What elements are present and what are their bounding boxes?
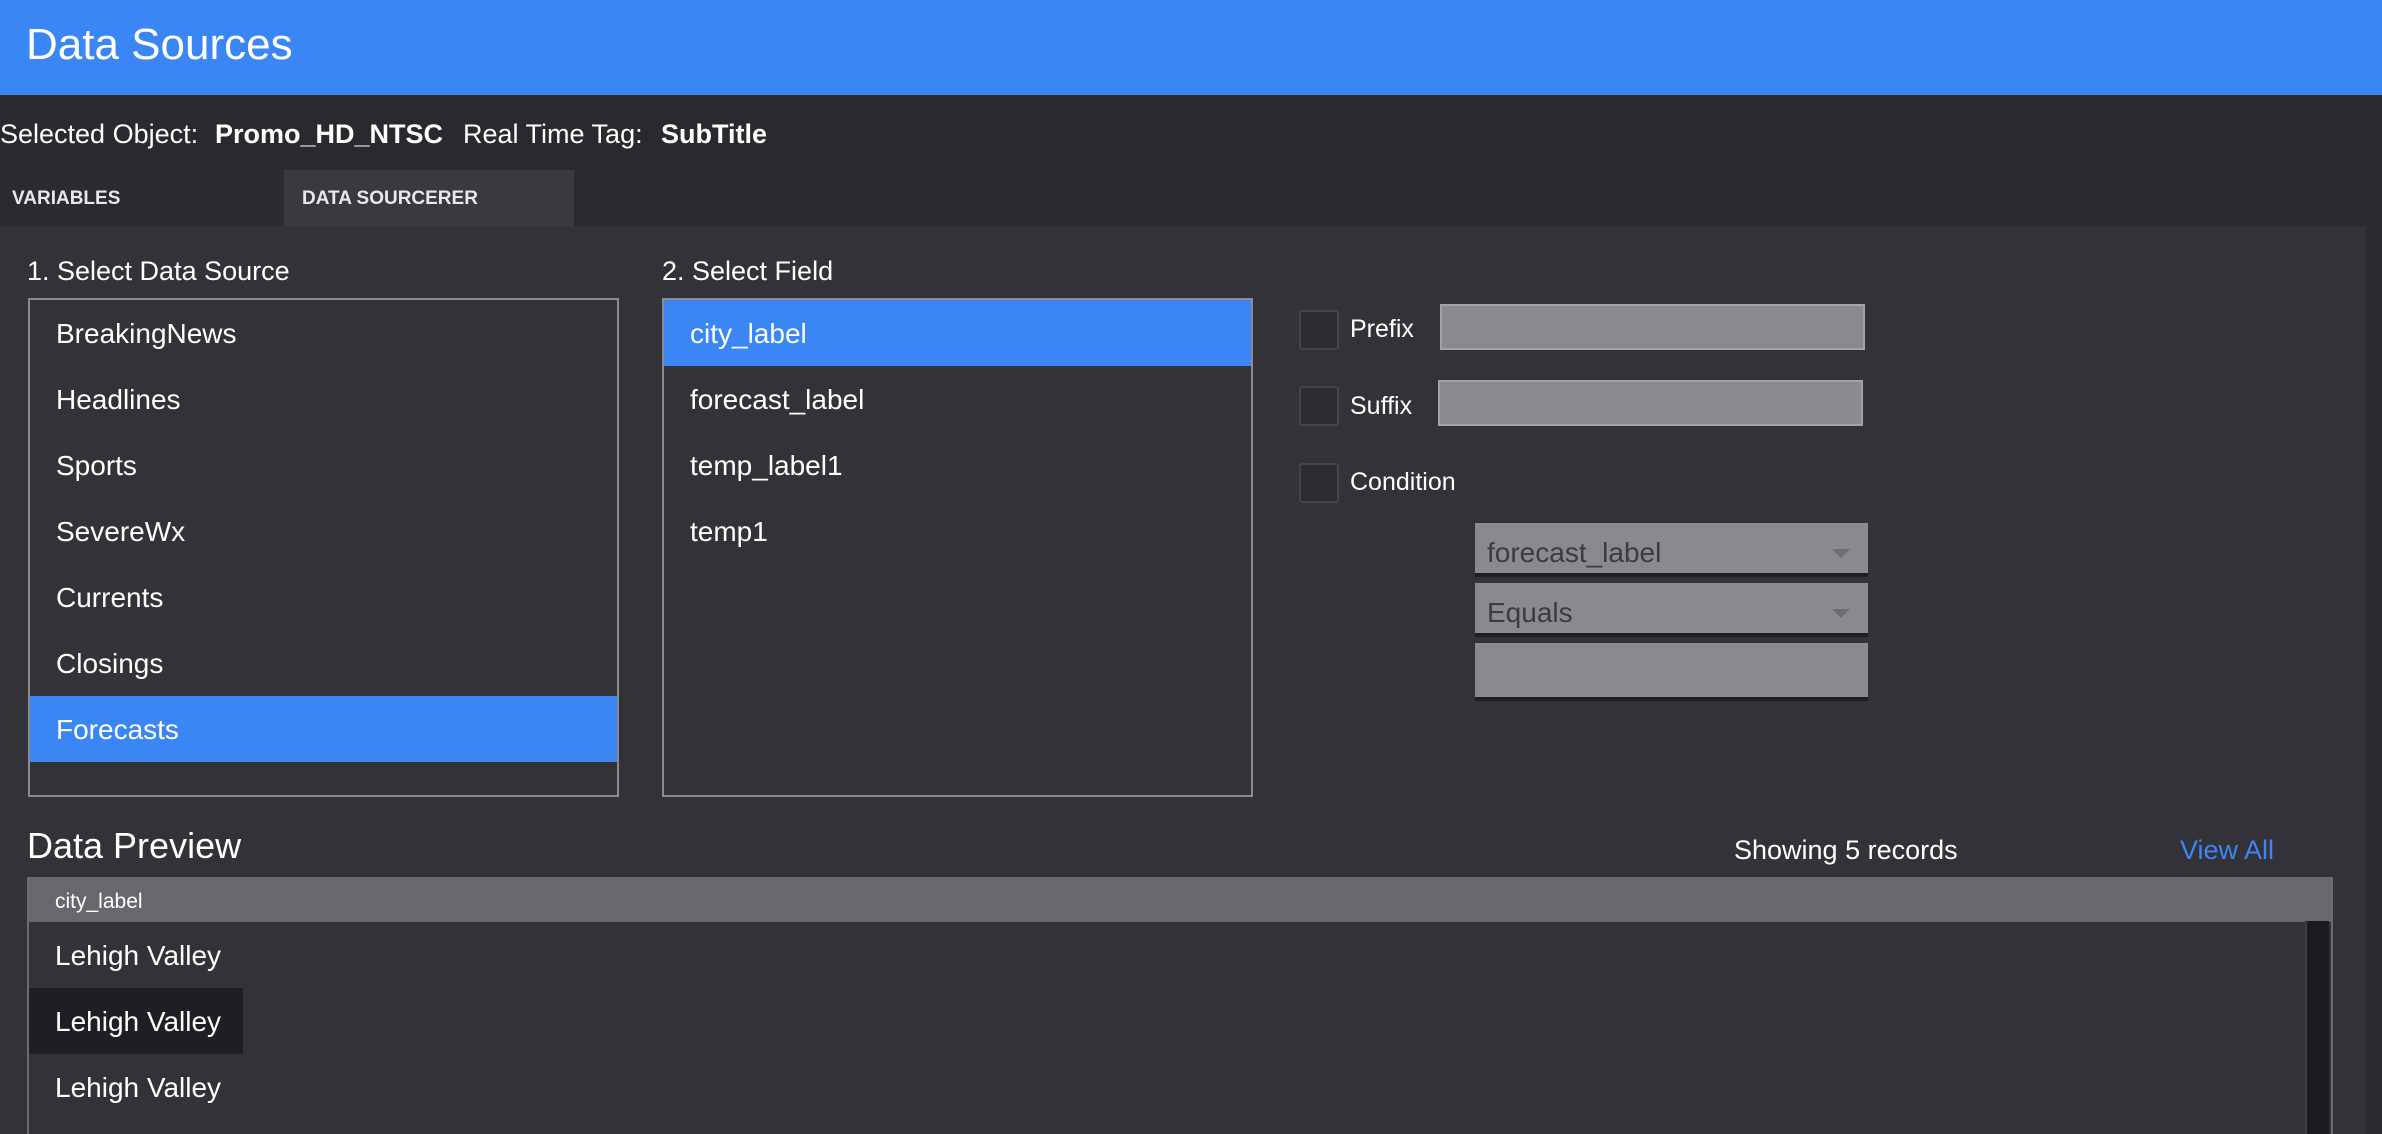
field-item[interactable]: temp_label1 xyxy=(664,432,1251,498)
column-header[interactable]: city_label xyxy=(29,879,2331,922)
records-count: Showing 5 records xyxy=(1734,835,1958,865)
field-item-selected[interactable]: city_label xyxy=(664,300,1251,366)
realtime-tag-value: SubTitle xyxy=(661,119,768,149)
prefix-input[interactable] xyxy=(1440,304,1865,350)
tab-data-sourcerer[interactable]: DATA SOURCERER xyxy=(284,170,574,226)
table-row[interactable]: Lehigh Valley xyxy=(29,922,2331,988)
realtime-tag-label: Real Time Tag: xyxy=(463,119,643,149)
chevron-down-icon xyxy=(1832,549,1850,558)
selected-object-label: Selected Object: xyxy=(0,119,199,149)
data-preview-grid: city_label Lehigh Valley Lehigh Valley L… xyxy=(27,877,2333,1134)
field-list: city_label forecast_label temp_label1 te… xyxy=(662,298,1253,797)
data-source-item[interactable]: Currents xyxy=(30,564,617,630)
condition-operator-value: Equals xyxy=(1487,597,1573,628)
data-source-item-selected[interactable]: Forecasts xyxy=(30,696,617,762)
select-field-label: 2. Select Field xyxy=(662,256,834,286)
data-source-list: BreakingNews Headlines Sports SevereWx C… xyxy=(28,298,619,797)
condition-field-select[interactable]: forecast_label xyxy=(1475,523,1868,577)
view-all-link[interactable]: View All xyxy=(2180,835,2274,866)
field-item[interactable]: forecast_label xyxy=(664,366,1251,432)
chevron-down-icon xyxy=(1832,609,1850,618)
data-source-item[interactable]: Closings xyxy=(30,630,617,696)
select-data-source-label: 1. Select Data Source xyxy=(27,256,290,286)
data-source-item[interactable]: Sports xyxy=(30,432,617,498)
condition-field-value: forecast_label xyxy=(1487,537,1662,568)
selected-object-value: Promo_HD_NTSC xyxy=(215,119,444,149)
prefix-checkbox[interactable] xyxy=(1299,310,1339,350)
table-row[interactable]: Lehigh Valley xyxy=(29,988,2331,1054)
title-bar: Data Sources xyxy=(0,0,2382,95)
info-bar: Selected Object: Promo_HD_NTSC Real Time… xyxy=(0,95,2382,170)
data-source-item[interactable]: Headlines xyxy=(30,366,617,432)
tab-variables[interactable]: VARIABLES xyxy=(0,170,284,226)
suffix-input[interactable] xyxy=(1438,380,1863,426)
condition-value-input[interactable] xyxy=(1475,643,1868,701)
window-title: Data Sources xyxy=(26,20,293,69)
condition-label: Condition xyxy=(1350,468,1456,496)
condition-checkbox[interactable] xyxy=(1299,463,1339,503)
condition-operator-select[interactable]: Equals xyxy=(1475,583,1868,637)
data-source-item[interactable]: BreakingNews xyxy=(30,300,617,366)
suffix-label: Suffix xyxy=(1350,392,1413,420)
data-source-item[interactable]: SevereWx xyxy=(30,498,617,564)
field-item[interactable]: temp1 xyxy=(664,498,1251,564)
table-cell: Lehigh Valley xyxy=(29,988,243,1054)
vertical-scrollbar[interactable] xyxy=(2305,921,2329,1134)
table-cell: Lehigh Valley xyxy=(55,940,222,971)
prefix-label: Prefix xyxy=(1350,315,1414,343)
table-row[interactable]: Lehigh Valley xyxy=(29,1054,2331,1120)
table-cell: Lehigh Valley xyxy=(55,1072,222,1103)
data-preview-title: Data Preview xyxy=(27,825,242,866)
suffix-checkbox[interactable] xyxy=(1299,386,1339,426)
